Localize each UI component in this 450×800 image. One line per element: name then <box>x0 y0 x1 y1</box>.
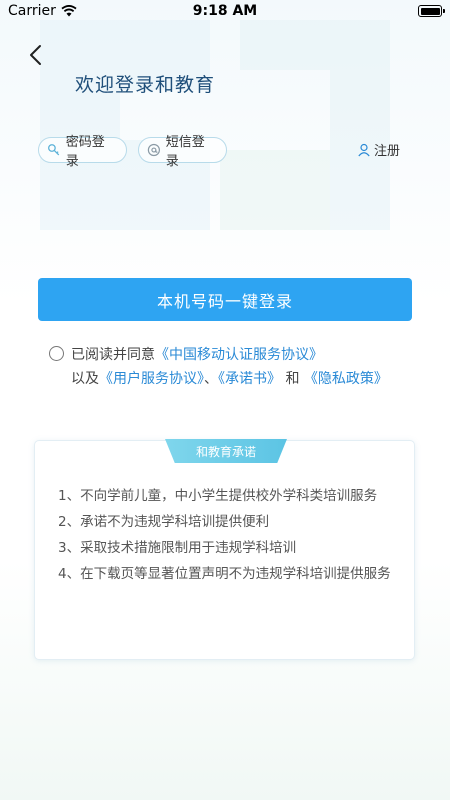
promise-item-4: 4、在下载页等显著位置声明不为违规学科培训提供服务 <box>58 566 391 582</box>
status-bar: Carrier 9:18 AM <box>0 0 450 24</box>
privacy-policy-link[interactable]: 《隐私政策》 <box>304 371 388 387</box>
agreement-checkbox[interactable] <box>49 346 64 361</box>
agreement-line-2: 以及《用户服务协议》、《承诺书》 和 《隐私政策》 <box>71 368 388 388</box>
sms-login-tab[interactable]: 短信登录 <box>138 135 227 169</box>
cmcc-protocol-link[interactable]: 《中国移动认证服务协议》 <box>155 347 323 363</box>
key-icon <box>48 144 60 156</box>
user-icon <box>358 143 370 156</box>
one-click-login-button[interactable]: 本机号码一键登录 <box>38 278 412 321</box>
sms-login-label: 短信登录 <box>165 135 205 169</box>
back-button[interactable] <box>22 40 52 70</box>
agreement-he: 和 <box>285 371 300 387</box>
agreement-separator: 、 <box>204 371 218 387</box>
register-label: 注册 <box>373 144 400 159</box>
promise-list: 1、不向学前儿童，中小学生提供校外学科类培训服务 2、承诺不为违规学科培训提供便… <box>50 483 402 587</box>
agreement-and-text: 以及 <box>71 371 99 387</box>
page-title: 欢迎登录和教育 <box>75 74 216 96</box>
background-decoration <box>40 20 390 230</box>
user-protocol-link[interactable]: 《用户服务协议》 <box>99 371 204 387</box>
register-link[interactable]: 注册 <box>357 140 400 159</box>
promise-item-3: 3、采取技术措施限制用于违规学科培训 <box>58 540 297 556</box>
promise-item-2: 2、承诺不为违规学科培训提供便利 <box>58 514 270 530</box>
promise-card-title: 和教育承诺 <box>165 439 287 463</box>
promise-card: 和教育承诺 1、不向学前儿童，中小学生提供校外学科类培训服务 2、承诺不为违规学… <box>34 439 415 660</box>
battery-fill <box>420 7 440 15</box>
status-time: 9:18 AM <box>192 3 258 19</box>
agreement-prefix: 已阅读并同意 <box>71 347 155 363</box>
battery-icon <box>418 5 445 17</box>
message-icon <box>147 143 160 157</box>
promise-book-link[interactable]: 《承诺书》 <box>218 371 281 387</box>
password-login-tab[interactable]: 密码登录 <box>38 135 127 169</box>
password-login-label: 密码登录 <box>65 135 105 169</box>
agreement-line-1: 已阅读并同意《中国移动认证服务协议》 <box>71 344 323 364</box>
chevron-left-icon <box>30 45 41 65</box>
promise-item-1: 1、不向学前儿童，中小学生提供校外学科类培训服务 <box>58 488 378 504</box>
